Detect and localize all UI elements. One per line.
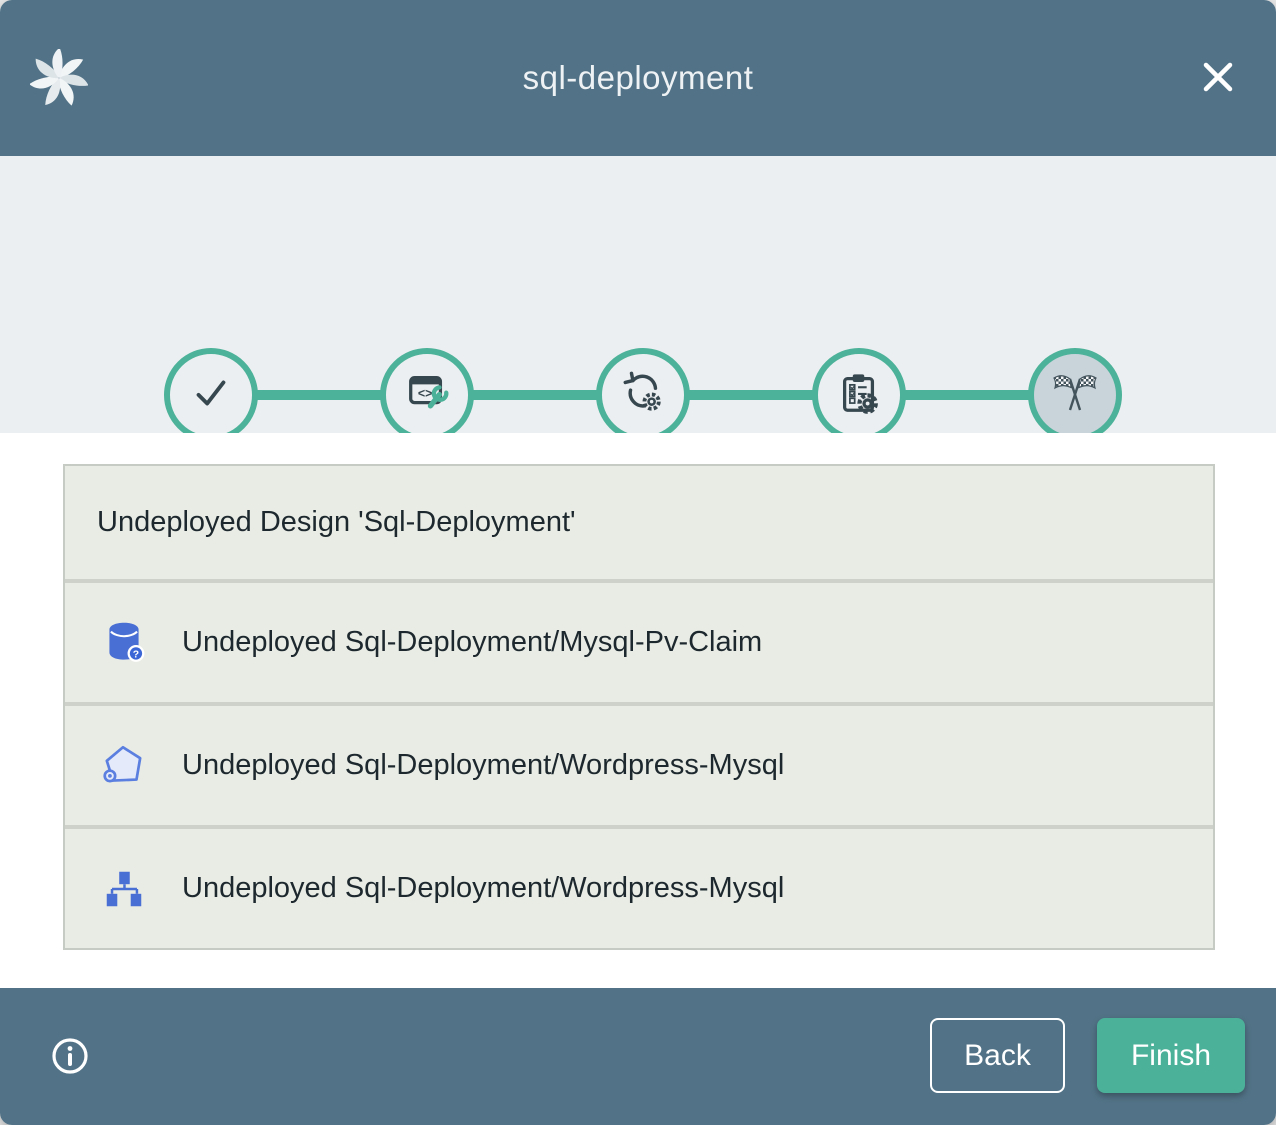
list-item: Undeployed Sql-Deployment/Wordpress-Mysq… [65, 706, 1213, 825]
dialog-content: Undeployed Design 'Sql-Deployment' ? Und… [0, 433, 1276, 988]
back-button[interactable]: Back [930, 1018, 1065, 1093]
sql-deployment-dialog: sql-deployment [0, 0, 1276, 1125]
deployment-status-list: Undeployed Design 'Sql-Deployment' ? Und… [63, 464, 1215, 950]
dialog-footer: Back Finish [0, 988, 1276, 1125]
dialog-header: sql-deployment [0, 0, 1276, 156]
step-validate-design[interactable] [164, 348, 258, 442]
code-window-wrench-icon: <> [404, 370, 450, 421]
step-dry-run[interactable] [596, 348, 690, 442]
info-button[interactable] [50, 1036, 90, 1076]
refresh-gear-icon [620, 370, 666, 421]
checkered-flags-icon [1051, 369, 1099, 422]
svg-text:<>: <> [418, 386, 433, 400]
list-item-text: Undeployed Sql-Deployment/Wordpress-Mysq… [182, 872, 784, 905]
list-item-text: Undeployed Sql-Deployment/Wordpress-Mysq… [182, 749, 784, 782]
label-tag-icon [99, 741, 149, 791]
close-button[interactable] [1196, 56, 1240, 100]
check-icon [188, 370, 234, 421]
close-icon [1198, 57, 1238, 100]
list-item: Undeployed Sql-Deployment/Wordpress-Mysq… [65, 829, 1213, 948]
step-finish[interactable] [1028, 348, 1122, 442]
wizard-stepper: <> [0, 156, 1276, 433]
step-identify-environments[interactable]: <> [380, 348, 474, 442]
database-icon: ? [99, 618, 149, 668]
hierarchy-icon [99, 864, 149, 914]
step-finalize-deployment[interactable] [812, 348, 906, 442]
dialog-title: sql-deployment [523, 59, 754, 97]
finish-button[interactable]: Finish [1097, 1018, 1245, 1093]
status-header-text: Undeployed Design 'Sql-Deployment' [97, 506, 576, 539]
svg-text:?: ? [133, 649, 139, 660]
list-item: ? Undeployed Sql-Deployment/Mysql-Pv-Cla… [65, 583, 1213, 702]
status-list-header-row: Undeployed Design 'Sql-Deployment' [65, 466, 1213, 579]
info-icon [50, 1064, 90, 1079]
pinwheel-logo-icon [30, 49, 88, 107]
clipboard-gear-icon [836, 370, 882, 421]
list-item-text: Undeployed Sql-Deployment/Mysql-Pv-Claim [182, 626, 762, 659]
